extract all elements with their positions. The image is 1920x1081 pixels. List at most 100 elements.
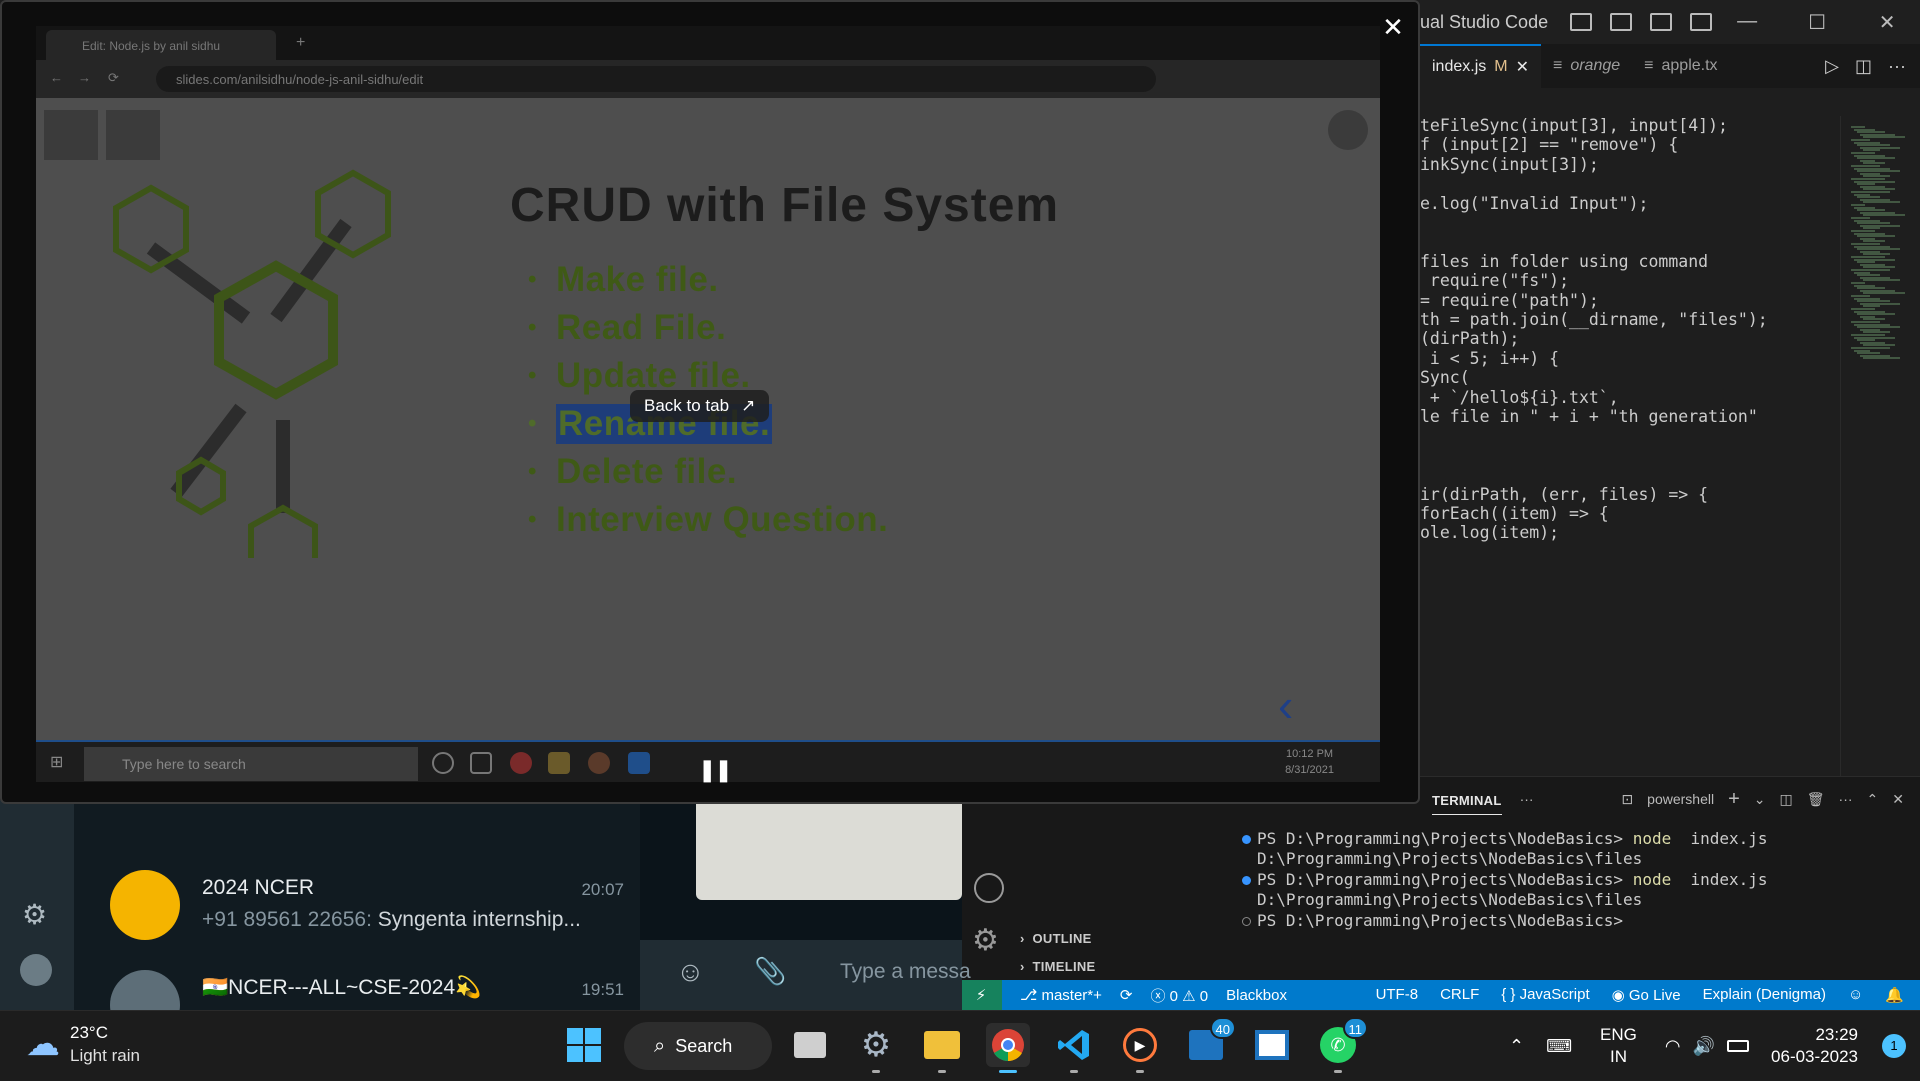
- toggle-panel-icon[interactable]: [1610, 13, 1633, 31]
- vscode-icon: [1058, 1030, 1089, 1060]
- rain-cloud-icon: ☁: [26, 1025, 60, 1063]
- problems-indicator[interactable]: ⓧ 0 ⚠ 0: [1150, 985, 1208, 1006]
- pause-icon[interactable]: ❚❚: [698, 757, 733, 783]
- code-line: inkSync(input[3]);: [1420, 154, 1599, 174]
- chrome-app[interactable]: [986, 1023, 1030, 1073]
- remote-icon[interactable]: ⚡: [960, 980, 1002, 1010]
- task-view-button[interactable]: [788, 1023, 832, 1067]
- code-line: teFileSync(input[3], input[4]);: [1420, 116, 1728, 135]
- panel-more-actions-icon[interactable]: ···: [1839, 791, 1853, 807]
- emoji-icon[interactable]: ☺: [676, 956, 705, 988]
- back-to-tab-button[interactable]: Back to tab ↗: [630, 390, 770, 422]
- new-terminal-icon[interactable]: +: [1728, 788, 1740, 811]
- terminal-line: PS D:\Programming\Projects\NodeBasics>: [1242, 911, 1652, 930]
- terminal-line: PS D:\Programming\Projects\NodeBasics> n…: [1242, 829, 1768, 848]
- language-indicator[interactable]: { } JavaScript: [1501, 986, 1589, 1004]
- new-tab-icon: +: [296, 34, 306, 51]
- whiteboard-icon: [1255, 1030, 1289, 1060]
- tab-orange[interactable]: ≡ orange: [1541, 44, 1632, 88]
- taskbar-search[interactable]: ⌕ Search: [624, 1022, 772, 1070]
- keyboard-icon[interactable]: ⌨: [1546, 1036, 1572, 1057]
- branch-indicator[interactable]: ⎇ master*+: [1020, 986, 1102, 1004]
- profile-avatar[interactable]: [20, 954, 52, 986]
- outline-section[interactable]: › OUTLINE: [1020, 931, 1092, 946]
- message-input[interactable]: Type a messa: [840, 960, 971, 984]
- close-window-button[interactable]: ✕: [1852, 10, 1920, 35]
- blackbox-indicator[interactable]: Blackbox: [1226, 987, 1287, 1004]
- minimap-line: [1863, 201, 1900, 204]
- notification-badge[interactable]: 1: [1882, 1034, 1906, 1058]
- settings-gear-icon[interactable]: ⚙: [972, 923, 999, 958]
- split-terminal-icon[interactable]: ◫: [1780, 791, 1793, 808]
- file-explorer-app[interactable]: [920, 1023, 964, 1073]
- system-clock[interactable]: 23:29 06-03-2023: [1771, 1024, 1858, 1068]
- maximize-button[interactable]: ☐: [1782, 10, 1852, 35]
- minimap[interactable]: [1840, 116, 1920, 776]
- recorded-clock: 10:12 PM 8/31/2021: [1285, 748, 1334, 776]
- code-line: ole.log(item);: [1420, 523, 1560, 543]
- attach-icon[interactable]: 📎: [754, 956, 786, 987]
- language-indicator[interactable]: ENG IN: [1600, 1024, 1637, 1068]
- customize-layout-icon[interactable]: [1690, 13, 1713, 31]
- eol-indicator[interactable]: CRLF: [1440, 986, 1479, 1004]
- run-icon[interactable]: ▷: [1825, 56, 1839, 77]
- whatsapp-window: ⚙ 2024 NCER 20:07 +91 89561 22656: Synge…: [0, 800, 971, 1010]
- bell-icon[interactable]: 🔔: [1885, 986, 1904, 1004]
- mail-app[interactable]: 40: [1184, 1017, 1236, 1067]
- media-player-app[interactable]: ▶: [1118, 1023, 1162, 1073]
- terminal-shell-label[interactable]: powershell: [1647, 791, 1714, 807]
- trash-icon[interactable]: 🗑: [1807, 791, 1825, 808]
- minimize-button[interactable]: —: [1712, 10, 1782, 35]
- image-message[interactable]: [696, 800, 962, 900]
- browser-tab: Edit: Node.js by anil sidhu: [46, 30, 276, 60]
- weather-widget[interactable]: ☁ 23°C Light rain: [26, 1021, 140, 1067]
- code-line: e.log("Invalid Input");: [1420, 193, 1649, 213]
- whiteboard-app[interactable]: [1250, 1023, 1294, 1067]
- whatsapp-app[interactable]: ✆ 11: [1316, 1017, 1368, 1073]
- maximize-panel-icon[interactable]: ⌃: [1867, 791, 1879, 808]
- more-actions-icon[interactable]: ···: [1888, 56, 1906, 77]
- windows-taskbar: ☁ 23°C Light rain ⌕ Search ⚙ ▶ 40 ✆ 11 ⌃…: [0, 1010, 1920, 1080]
- minimap-line: [1863, 279, 1900, 282]
- code-line: le file in " + i + "th generation": [1420, 407, 1758, 426]
- vscode-icon: [628, 752, 650, 774]
- settings-app[interactable]: ⚙: [854, 1023, 898, 1073]
- terminal-panel: TERMINAL ··· ⊡ powershell + ⌄ ◫ 🗑 ··· ⌃ …: [1232, 776, 1920, 980]
- start-button[interactable]: [562, 1023, 606, 1067]
- close-tab-icon[interactable]: ✕: [1516, 57, 1529, 77]
- settings-gear-icon[interactable]: ⚙: [22, 898, 47, 931]
- sync-icon[interactable]: ⟳: [1120, 986, 1133, 1004]
- tab-terminal[interactable]: TERMINAL: [1432, 783, 1502, 815]
- tab-apple-txt[interactable]: ≡ apple.tx: [1632, 44, 1729, 88]
- volume-icon[interactable]: 🔊: [1693, 1036, 1715, 1057]
- accounts-icon[interactable]: [974, 873, 1004, 903]
- system-tray: ⌃ ⌨ ENG IN ◠ 🔊 23:29 06-03-2023 1: [1509, 1011, 1920, 1081]
- panel-more-icon[interactable]: ···: [1520, 791, 1534, 807]
- chat-item-ncer-all-cse[interactable]: 🇮🇳NCER---ALL~CSE-2024💫 19:51: [74, 948, 640, 1010]
- chevron-left-icon: ‹: [1278, 679, 1294, 731]
- chevron-down-icon[interactable]: ⌄: [1754, 791, 1766, 808]
- explain-button[interactable]: Explain (Denigma): [1703, 986, 1826, 1004]
- avatar: [110, 970, 180, 1010]
- chevron-right-icon: ›: [1020, 959, 1025, 974]
- chat-item-2024-ncer[interactable]: 2024 NCER 20:07 +91 89561 22656: Syngent…: [74, 848, 640, 944]
- split-editor-icon[interactable]: ◫: [1855, 56, 1872, 77]
- chevron-up-icon[interactable]: ⌃: [1509, 1036, 1524, 1057]
- vscode-app[interactable]: [1052, 1023, 1096, 1073]
- tab-index-js[interactable]: index.js M ✕: [1420, 44, 1541, 88]
- battery-icon[interactable]: [1727, 1040, 1750, 1052]
- hexagon-molecule-graphic: [113, 169, 391, 558]
- toggle-secondary-sidebar-icon[interactable]: [1650, 13, 1673, 31]
- close-panel-icon[interactable]: ✕: [1892, 791, 1904, 808]
- app-icon: [510, 752, 532, 774]
- code-editor[interactable]: teFileSync(input[3], input[4]); f (input[…: [1420, 116, 1840, 776]
- encoding-indicator[interactable]: UTF-8: [1376, 986, 1419, 1004]
- toggle-primary-sidebar-icon[interactable]: [1570, 13, 1593, 31]
- go-live-button[interactable]: ◉ Go Live: [1612, 986, 1681, 1004]
- close-icon[interactable]: ✕: [1376, 10, 1410, 44]
- picture-in-picture-window[interactable]: Edit: Node.js by anil sidhu + ← → ⟳ slid…: [0, 0, 1420, 804]
- code-line: (dirPath);: [1420, 329, 1520, 349]
- timeline-section[interactable]: › TIMELINE: [1020, 959, 1096, 974]
- feedback-icon[interactable]: ☺: [1848, 986, 1863, 1004]
- wifi-icon[interactable]: ◠: [1665, 1036, 1681, 1057]
